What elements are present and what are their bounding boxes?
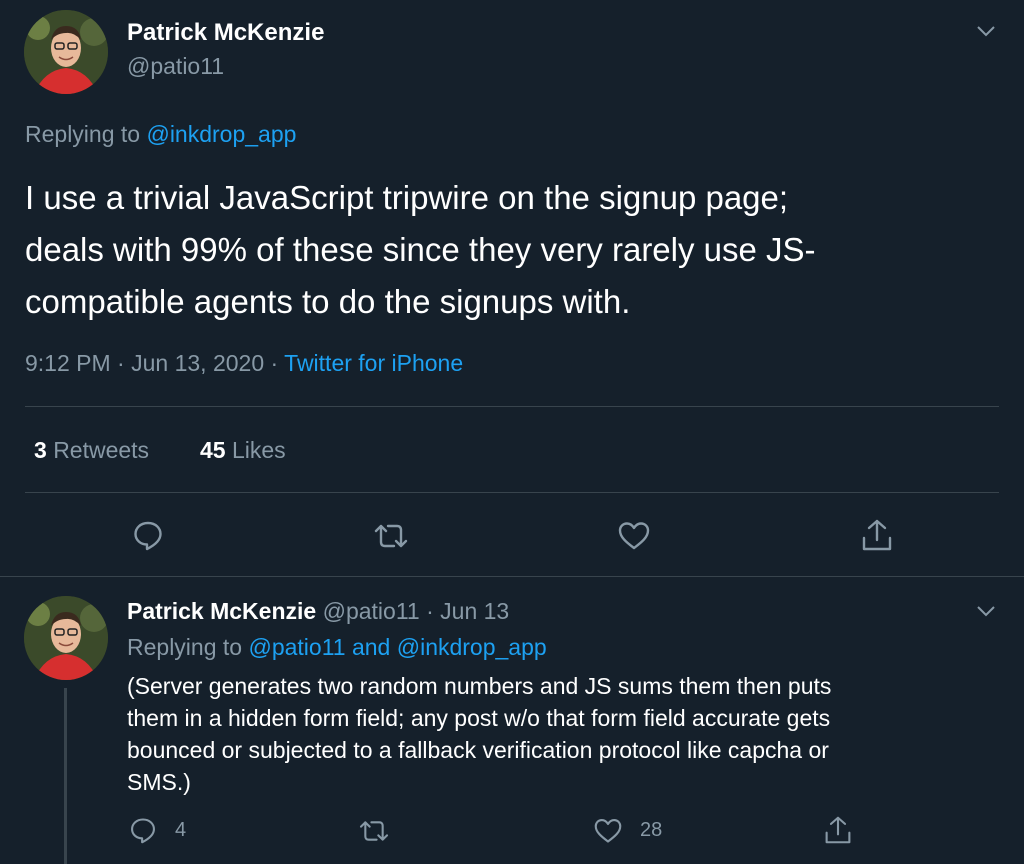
mention-and: and	[351, 634, 391, 660]
replying-prefix: Replying to	[127, 634, 243, 660]
likes-count: 45	[200, 437, 226, 463]
replying-to-line: Replying to @inkdrop_app	[25, 121, 296, 148]
divider	[25, 406, 999, 407]
likes-stat[interactable]: 45 Likes	[200, 437, 286, 464]
tweet-meta: 9:12 PM · Jun 13, 2020 · Twitter for iPh…	[25, 350, 463, 377]
like-count: 28	[640, 819, 663, 841]
tweet-text: I use a trivial JavaScript tripwire on t…	[25, 172, 816, 328]
tweet-text-line: (Server generates two random numbers and…	[127, 673, 832, 699]
retweet-icon[interactable]	[372, 521, 410, 551]
retweets-stat[interactable]: 3 Retweets	[34, 437, 149, 464]
divider	[0, 576, 1024, 577]
tweet-text-line: them in a hidden form field; any post w/…	[127, 705, 831, 731]
thread-line	[64, 688, 67, 864]
share-icon[interactable]	[861, 518, 893, 552]
separator: ·	[270, 350, 279, 376]
like-icon[interactable]	[593, 817, 623, 845]
replying-to-line: Replying to @patio11 and @inkdrop_app	[127, 634, 547, 661]
avatar[interactable]	[24, 596, 108, 680]
replying-prefix: Replying to	[25, 121, 141, 147]
likes-label: Likes	[231, 437, 286, 463]
mention-link[interactable]: @inkdrop_app	[146, 121, 296, 147]
tweet-text-line: SMS.)	[127, 769, 191, 795]
mention-link[interactable]: @inkdrop_app	[397, 634, 547, 660]
tweet-date[interactable]: Jun 13, 2020	[131, 350, 264, 376]
separator: ·	[117, 350, 125, 376]
tweet-text-line: I use a trivial JavaScript tripwire on t…	[25, 179, 789, 216]
retweets-count: 3	[34, 437, 47, 463]
reply-icon[interactable]	[132, 519, 164, 551]
share-icon[interactable]	[824, 815, 852, 845]
divider	[25, 492, 999, 493]
tweet-text-line: deals with 99% of these since they very …	[25, 231, 816, 268]
author-name[interactable]: Patrick McKenzie	[127, 19, 324, 47]
tweet-date[interactable]: Jun 13	[440, 598, 509, 624]
separator: ·	[426, 598, 434, 624]
retweet-icon[interactable]	[357, 818, 391, 844]
reply-icon[interactable]	[129, 816, 157, 844]
tweet-text: (Server generates two random numbers and…	[127, 670, 831, 798]
tweet-text-line: compatible agents to do the signups with…	[25, 283, 631, 320]
reply-header: Patrick McKenzie @patio11 · Jun 13	[127, 598, 509, 625]
chevron-down-icon[interactable]	[975, 20, 997, 42]
like-icon[interactable]	[617, 520, 651, 552]
author-handle[interactable]: @patio11	[323, 598, 420, 624]
author-name[interactable]: Patrick McKenzie	[127, 598, 316, 624]
retweets-label: Retweets	[53, 437, 150, 463]
author-handle[interactable]: @patio11	[127, 53, 224, 80]
reply-count: 4	[175, 819, 187, 841]
mention-link[interactable]: @patio11	[248, 634, 345, 660]
tweet-source[interactable]: Twitter for iPhone	[284, 350, 463, 376]
tweet-text-line: bounced or subjected to a fallback verif…	[127, 737, 829, 763]
avatar[interactable]	[24, 10, 108, 94]
tweet-time[interactable]: 9:12 PM	[25, 350, 111, 376]
chevron-down-icon[interactable]	[975, 600, 997, 622]
